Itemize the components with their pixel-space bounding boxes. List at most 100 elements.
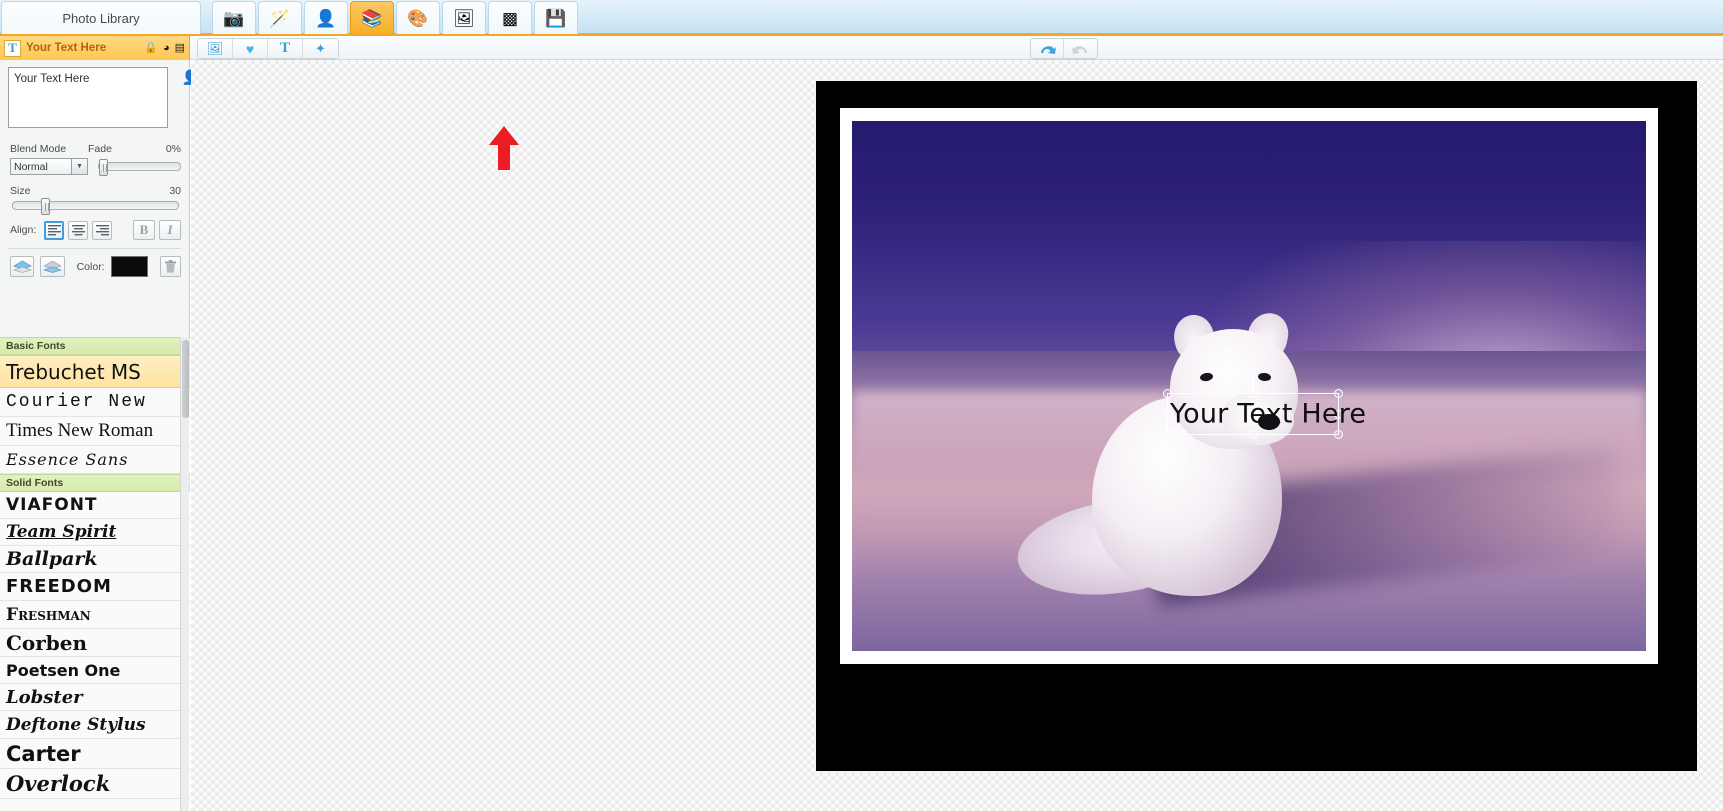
resize-handle-se[interactable] bbox=[1334, 430, 1343, 439]
font-item-trebuchet-ms[interactable]: Trebuchet MS bbox=[0, 355, 190, 388]
size-slider-knob[interactable] bbox=[41, 198, 50, 215]
resize-handle-n[interactable] bbox=[1249, 389, 1258, 398]
resize-handle-nw[interactable] bbox=[1163, 389, 1172, 398]
add-sticker-layer-button[interactable]: ✦ bbox=[303, 39, 338, 58]
photo-image[interactable]: Your Text Here bbox=[852, 121, 1646, 651]
portrait-icon: 👤 bbox=[315, 10, 336, 27]
font-item-label: Times New Roman bbox=[6, 420, 153, 442]
font-item-essence-sans[interactable]: Essence Sans bbox=[0, 446, 190, 474]
redo-button[interactable] bbox=[1064, 39, 1097, 58]
texture-tab[interactable]: ▩ bbox=[488, 1, 532, 34]
font-item-label: Essence Sans bbox=[6, 450, 128, 469]
font-list-scrollbar[interactable] bbox=[180, 337, 189, 811]
font-item-label: Ballpark bbox=[6, 548, 98, 570]
font-item-carter[interactable]: Carter bbox=[0, 739, 190, 769]
canvas-text-overlay: Your Text Here bbox=[1168, 399, 1338, 430]
size-slider[interactable] bbox=[12, 201, 179, 210]
text-selection-box[interactable]: Your Text Here bbox=[1167, 393, 1339, 435]
image-icon: 🖼 bbox=[207, 42, 224, 55]
annotation-arrow-icon bbox=[489, 126, 519, 170]
layers-icon: 📚 bbox=[361, 10, 382, 27]
heart-icon: ♥ bbox=[246, 42, 254, 56]
camera-icon: 📷 bbox=[223, 10, 244, 27]
bold-icon: B bbox=[140, 222, 149, 238]
blend-mode-value: Normal bbox=[14, 161, 48, 173]
fade-slider-knob[interactable] bbox=[99, 159, 108, 176]
portrait-tab[interactable]: 👤 bbox=[304, 1, 348, 34]
font-item-overlock[interactable]: Overlock bbox=[0, 769, 190, 799]
font-item-courier-new[interactable]: Courier New bbox=[0, 388, 190, 417]
text-input-wrap: 👤 bbox=[8, 67, 183, 133]
resize-handle-ne[interactable] bbox=[1334, 389, 1343, 398]
text-content-input[interactable] bbox=[8, 67, 168, 128]
align-right-button[interactable] bbox=[92, 221, 112, 240]
font-item-team-spirit[interactable]: Team Spirit bbox=[0, 519, 190, 546]
photo-library-tab[interactable]: Photo Library bbox=[1, 1, 201, 34]
size-label: Size bbox=[10, 185, 169, 197]
bold-button[interactable]: B bbox=[133, 220, 155, 240]
redo-arrow-icon bbox=[1071, 42, 1091, 55]
layers-tab[interactable]: 📚 bbox=[350, 1, 394, 34]
align-left-icon bbox=[48, 225, 61, 236]
chevron-down-icon[interactable]: ▼ bbox=[71, 159, 87, 174]
resize-handle-sw[interactable] bbox=[1163, 430, 1172, 439]
font-item-ballpark[interactable]: Ballpark bbox=[0, 546, 190, 573]
magic-wand-tab[interactable]: 🪄 bbox=[258, 1, 302, 34]
font-item-corben[interactable]: Corben bbox=[0, 629, 190, 657]
outline-effect-button[interactable] bbox=[40, 256, 64, 277]
font-item-viafont[interactable]: VIAFONT bbox=[0, 492, 190, 519]
font-item-lobster[interactable]: Lobster bbox=[0, 684, 190, 711]
fade-value: 0% bbox=[166, 143, 181, 155]
italic-button[interactable]: I bbox=[159, 220, 181, 240]
selected-layer-row[interactable]: T Your Text Here 🔒 ◕ ▤ bbox=[0, 36, 190, 60]
rotate-handle[interactable] bbox=[1249, 370, 1258, 379]
blend-mode-select[interactable]: Normal ▼ bbox=[10, 158, 88, 175]
camera-tab[interactable]: 📷 bbox=[212, 1, 256, 34]
font-item-freshman[interactable]: Freshman bbox=[0, 601, 190, 629]
align-left-button[interactable] bbox=[44, 221, 64, 240]
save-tab[interactable]: 💾 bbox=[534, 1, 578, 34]
outline-icon bbox=[43, 260, 62, 273]
align-row: Align: B bbox=[10, 220, 181, 240]
font-item-times-new-roman[interactable]: Times New Roman bbox=[0, 417, 190, 446]
font-item-label: Team Spirit bbox=[6, 522, 116, 542]
text-t-icon: T bbox=[280, 41, 290, 56]
canvas-area[interactable]: Your Text Here bbox=[191, 60, 1723, 811]
delete-layer-button[interactable] bbox=[160, 256, 181, 277]
add-image-layer-button[interactable]: 🖼 bbox=[198, 39, 233, 58]
font-item-poetsen-one[interactable]: Poetsen One bbox=[0, 657, 190, 684]
frame-icon: 🖼 bbox=[453, 10, 475, 27]
size-label-row: Size 30 bbox=[10, 185, 181, 197]
shadow-effect-button[interactable] bbox=[10, 256, 34, 277]
visibility-eye-icon[interactable]: ◕ bbox=[163, 43, 170, 54]
color-swatch[interactable] bbox=[111, 256, 149, 277]
save-icon: 💾 bbox=[545, 10, 566, 27]
align-center-button[interactable] bbox=[68, 221, 88, 240]
photo-frame: Your Text Here bbox=[816, 81, 1697, 771]
paint-palette-icon: 🎨 bbox=[407, 10, 428, 27]
add-shape-layer-button[interactable]: ♥ bbox=[233, 39, 268, 58]
add-text-layer-button[interactable]: T bbox=[268, 39, 303, 58]
fade-slider[interactable] bbox=[98, 162, 181, 171]
fade-label: Fade bbox=[88, 143, 166, 155]
lock-icon[interactable]: 🔒 bbox=[144, 43, 158, 54]
font-item-freedom[interactable]: FREEDOM bbox=[0, 573, 190, 601]
undo-button[interactable] bbox=[1031, 39, 1064, 58]
history-button-group bbox=[1030, 38, 1098, 59]
font-item-deftone-stylus[interactable]: Deftone Stylus bbox=[0, 711, 190, 739]
resize-handle-s[interactable] bbox=[1249, 430, 1258, 439]
font-list-scroll-thumb[interactable] bbox=[182, 340, 189, 418]
photo-mat: Your Text Here bbox=[840, 108, 1658, 664]
texture-icon: ▩ bbox=[502, 10, 518, 27]
layer-stack-icon[interactable]: ▤ bbox=[175, 43, 185, 54]
frame-tab[interactable]: 🖼 bbox=[442, 1, 486, 34]
align-right-icon bbox=[96, 225, 109, 236]
font-item-label: Deftone Stylus bbox=[6, 715, 146, 735]
font-item-label: Corben bbox=[6, 631, 87, 655]
trash-icon bbox=[165, 260, 176, 273]
align-label: Align: bbox=[10, 224, 36, 236]
font-list[interactable]: Basic Fonts Trebuchet MS Courier New Tim… bbox=[0, 337, 190, 811]
font-item-label: Trebuchet MS bbox=[6, 360, 141, 384]
paint-palette-tab[interactable]: 🎨 bbox=[396, 1, 440, 34]
text-properties-panel: 👤 Blend Mode Fade 0% Normal ▼ Size 30 bbox=[0, 60, 190, 811]
